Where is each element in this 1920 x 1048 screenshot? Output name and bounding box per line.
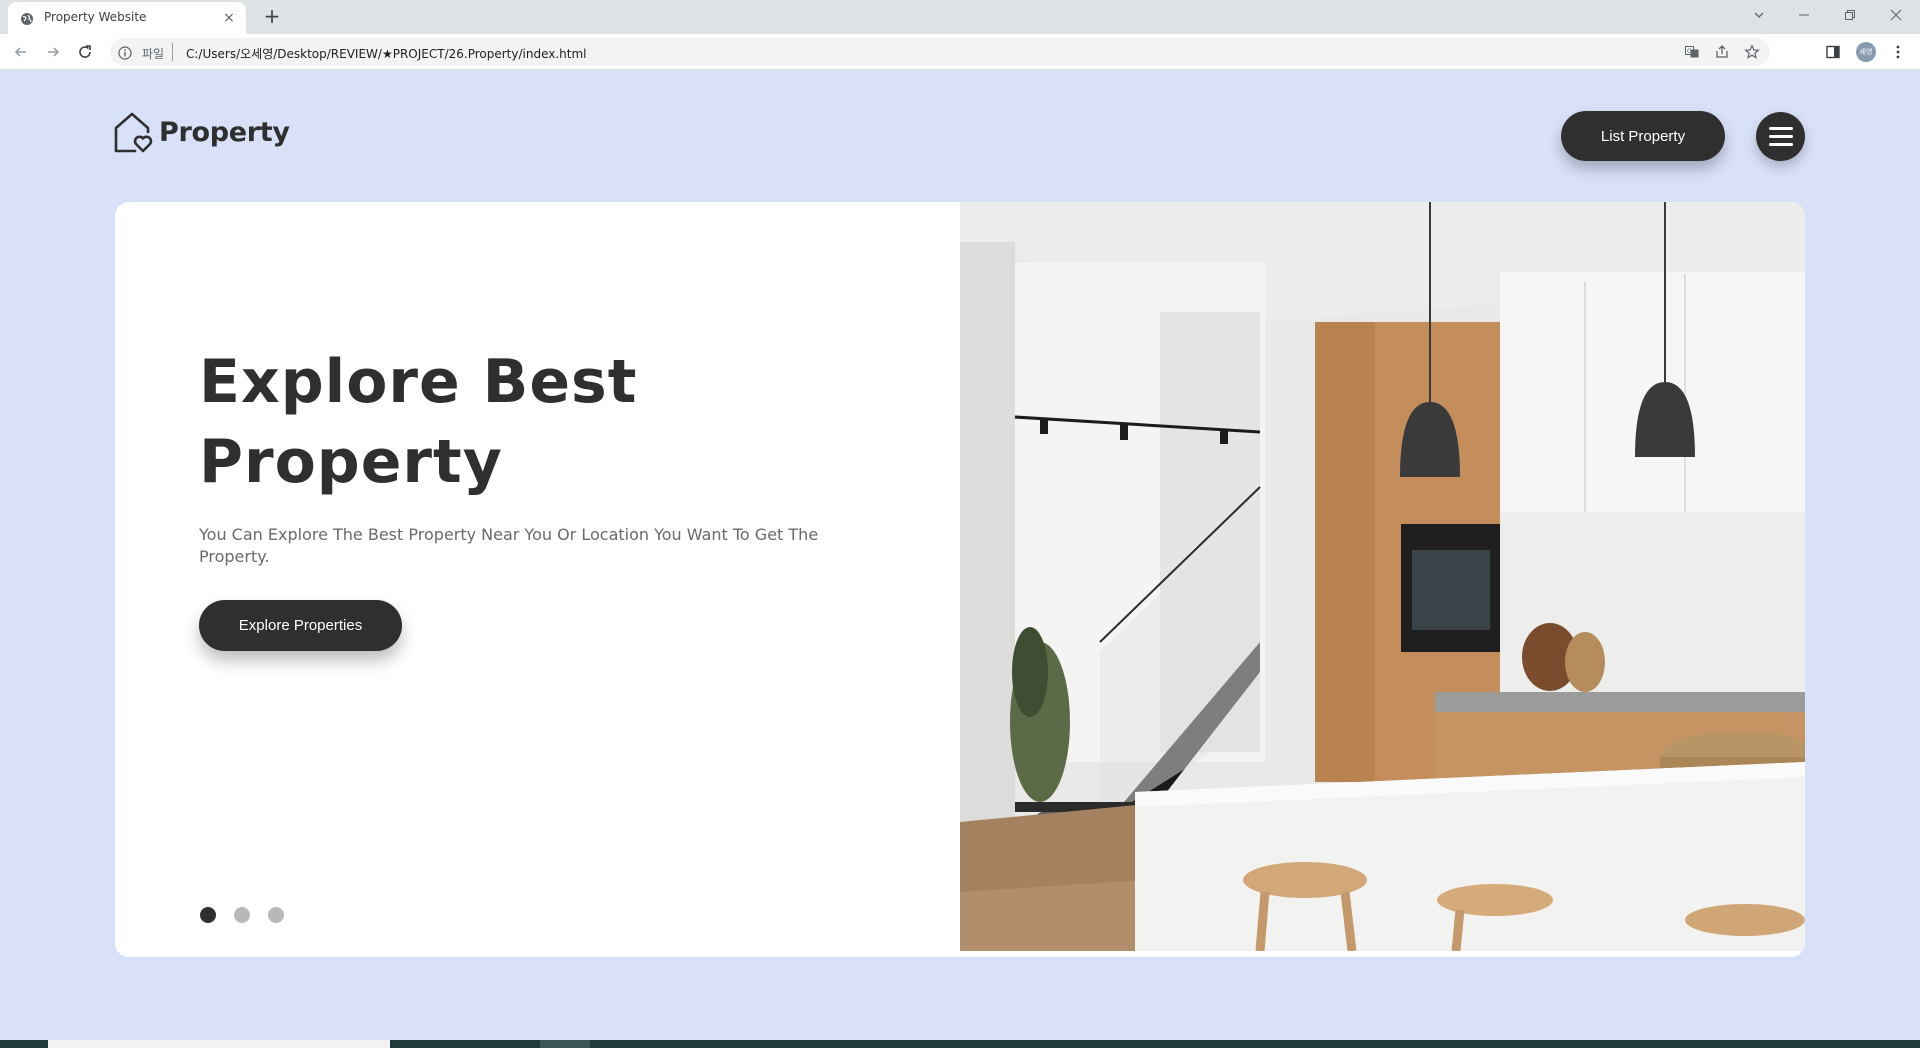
site-logo[interactable]: Property — [113, 111, 290, 153]
logo-text: Property — [159, 116, 290, 148]
hero-title: Explore Best Property — [199, 342, 859, 502]
new-tab-button[interactable]: + — [260, 5, 284, 29]
slider-dot-2[interactable] — [234, 907, 250, 923]
slider-dot-1[interactable] — [200, 907, 216, 923]
minimize-icon[interactable] — [1791, 4, 1817, 26]
list-property-button[interactable]: List Property — [1561, 111, 1725, 161]
slider-dot-3[interactable] — [268, 907, 284, 923]
side-panel-icon[interactable] — [1823, 42, 1843, 62]
browser-tab[interactable]: Property Website × — [8, 2, 246, 34]
page-viewport: Property List Property Explore Best Prop… — [0, 70, 1920, 1040]
url-scheme-label: 파일 — [142, 47, 165, 61]
hero-slider-card: Explore Best Property You Can Explore Th… — [115, 202, 1805, 957]
globe-icon — [20, 11, 34, 25]
restore-icon[interactable] — [1837, 4, 1863, 26]
bookmark-star-icon[interactable] — [1742, 42, 1762, 62]
close-window-icon[interactable] — [1883, 4, 1909, 26]
taskbar-app[interactable] — [540, 1040, 590, 1048]
menu-bar — [1768, 135, 1793, 138]
hamburger-menu-icon[interactable] — [1756, 112, 1805, 161]
share-icon[interactable] — [1712, 42, 1732, 62]
back-icon[interactable] — [10, 41, 32, 63]
os-taskbar — [0, 1040, 1920, 1048]
kebab-menu-icon[interactable] — [1888, 42, 1908, 62]
address-bar-actions: G — [1682, 42, 1762, 62]
forward-icon[interactable] — [42, 41, 64, 63]
hero-text-block: Explore Best Property You Can Explore Th… — [199, 342, 859, 651]
hero-subtitle: You Can Explore The Best Property Near Y… — [199, 525, 819, 566]
browser-toolbar: 파일 C:/Users/오세영/Desktop/REVIEW/★PROJECT/… — [0, 34, 1920, 70]
info-icon[interactable] — [118, 45, 132, 60]
kitchen-photo — [960, 202, 1805, 951]
house-heart-icon — [114, 112, 153, 153]
menu-bar — [1768, 143, 1793, 146]
tab-close-icon[interactable]: × — [220, 9, 238, 27]
profile-avatar[interactable]: 세영 — [1856, 42, 1876, 62]
menu-bar — [1768, 127, 1793, 130]
hero-title-line-2: Property — [199, 427, 503, 497]
translate-icon[interactable]: G — [1682, 42, 1702, 62]
url-divider — [172, 43, 173, 61]
hero-title-line-1: Explore Best — [199, 347, 638, 417]
tab-title: Property Website — [44, 10, 147, 24]
tab-search-icon[interactable] — [1746, 4, 1772, 26]
taskbar-app[interactable] — [48, 1040, 390, 1048]
svg-text:G: G — [1687, 48, 1692, 55]
reload-icon[interactable] — [74, 41, 96, 63]
url-text[interactable]: C:/Users/오세영/Desktop/REVIEW/★PROJECT/26.… — [186, 45, 587, 62]
explore-properties-button[interactable]: Explore Properties — [199, 600, 402, 651]
slider-pagination — [200, 907, 284, 923]
browser-tab-strip: Property Website × + — [0, 0, 1920, 34]
address-bar[interactable]: 파일 C:/Users/오세영/Desktop/REVIEW/★PROJECT/… — [110, 38, 1770, 66]
